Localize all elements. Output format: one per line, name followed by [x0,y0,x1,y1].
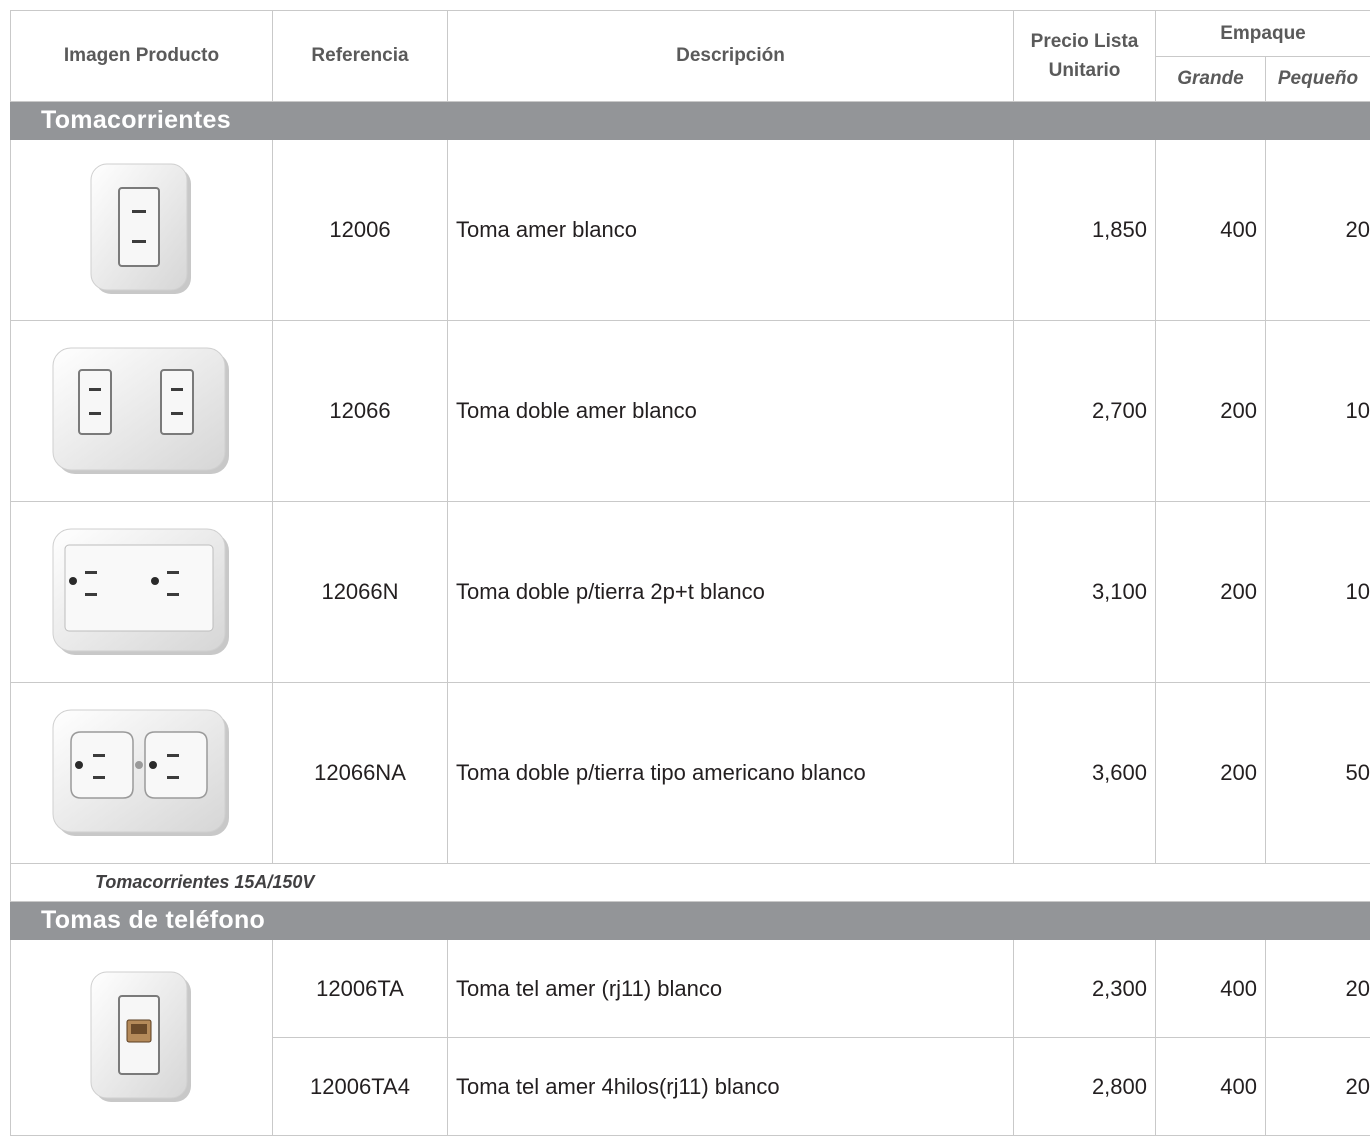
reference-cell: 12006TA4 [273,1038,448,1136]
large-pack-cell: 400 [1156,940,1266,1038]
reference-cell: 12066NA [273,683,448,864]
reference-cell: 12066 [273,321,448,502]
header-large: Grande [1156,57,1266,102]
double-outlet-icon [49,344,234,479]
header-image: Imagen Producto [11,11,273,102]
american-double-outlet-icon [49,706,234,841]
header-reference: Referencia [273,11,448,102]
reference-cell: 12006TA [273,940,448,1038]
reference-cell: 12006 [273,140,448,321]
small-pack-cell: 20 [1266,940,1370,1038]
product-image-cell [11,683,273,864]
header-price: Precio Lista Unitario [1014,11,1156,102]
header-packaging: Empaque [1156,11,1370,57]
table-row: 12006TA Toma tel amer (rj11) blanco 2,30… [11,940,1370,1038]
grounded-double-outlet-icon [49,525,234,660]
large-pack-cell: 400 [1156,1038,1266,1136]
large-pack-cell: 200 [1156,502,1266,683]
price-cell: 2,800 [1014,1038,1156,1136]
table-row: 12066N Toma doble p/tierra 2p+t blanco 3… [11,502,1370,683]
price-cell: 1,850 [1014,140,1156,321]
description-cell: Toma amer blanco [448,140,1014,321]
header-description: Descripción [448,11,1014,102]
product-image-cell [11,502,273,683]
product-price-table: Imagen Producto Referencia Descripción P… [10,10,1370,1136]
table-row: 12006 Toma amer blanco 1,850 400 20 [11,140,1370,321]
price-cell: 2,300 [1014,940,1156,1038]
price-cell: 3,600 [1014,683,1156,864]
product-image-cell [11,140,273,321]
small-pack-cell: 10 [1266,321,1370,502]
description-cell: Toma doble p/tierra tipo americano blanc… [448,683,1014,864]
phone-jack-icon [87,968,197,1108]
large-pack-cell: 200 [1156,321,1266,502]
description-cell: Toma tel amer (rj11) blanco [448,940,1014,1038]
product-image-cell [11,321,273,502]
small-pack-cell: 50 [1266,683,1370,864]
section-note: Tomacorrientes 15A/150V [11,864,1370,902]
price-cell: 3,100 [1014,502,1156,683]
description-cell: Toma doble amer blanco [448,321,1014,502]
header-small: Pequeño [1266,57,1370,102]
large-pack-cell: 400 [1156,140,1266,321]
large-pack-cell: 200 [1156,683,1266,864]
table-row: 12066 Toma doble amer blanco 2,700 200 1… [11,321,1370,502]
section-title: Tomacorrientes [11,102,1370,140]
product-image-cell [11,940,273,1136]
description-cell: Toma doble p/tierra 2p+t blanco [448,502,1014,683]
table-row: 12066NA Toma doble p/tierra tipo america… [11,683,1370,864]
single-outlet-icon [87,160,197,300]
price-list-page: Imagen Producto Referencia Descripción P… [10,10,1370,1136]
small-pack-cell: 20 [1266,140,1370,321]
section-title: Tomas de teléfono [11,902,1370,940]
small-pack-cell: 20 [1266,1038,1370,1136]
reference-cell: 12066N [273,502,448,683]
price-cell: 2,700 [1014,321,1156,502]
description-cell: Toma tel amer 4hilos(rj11) blanco [448,1038,1014,1136]
small-pack-cell: 10 [1266,502,1370,683]
